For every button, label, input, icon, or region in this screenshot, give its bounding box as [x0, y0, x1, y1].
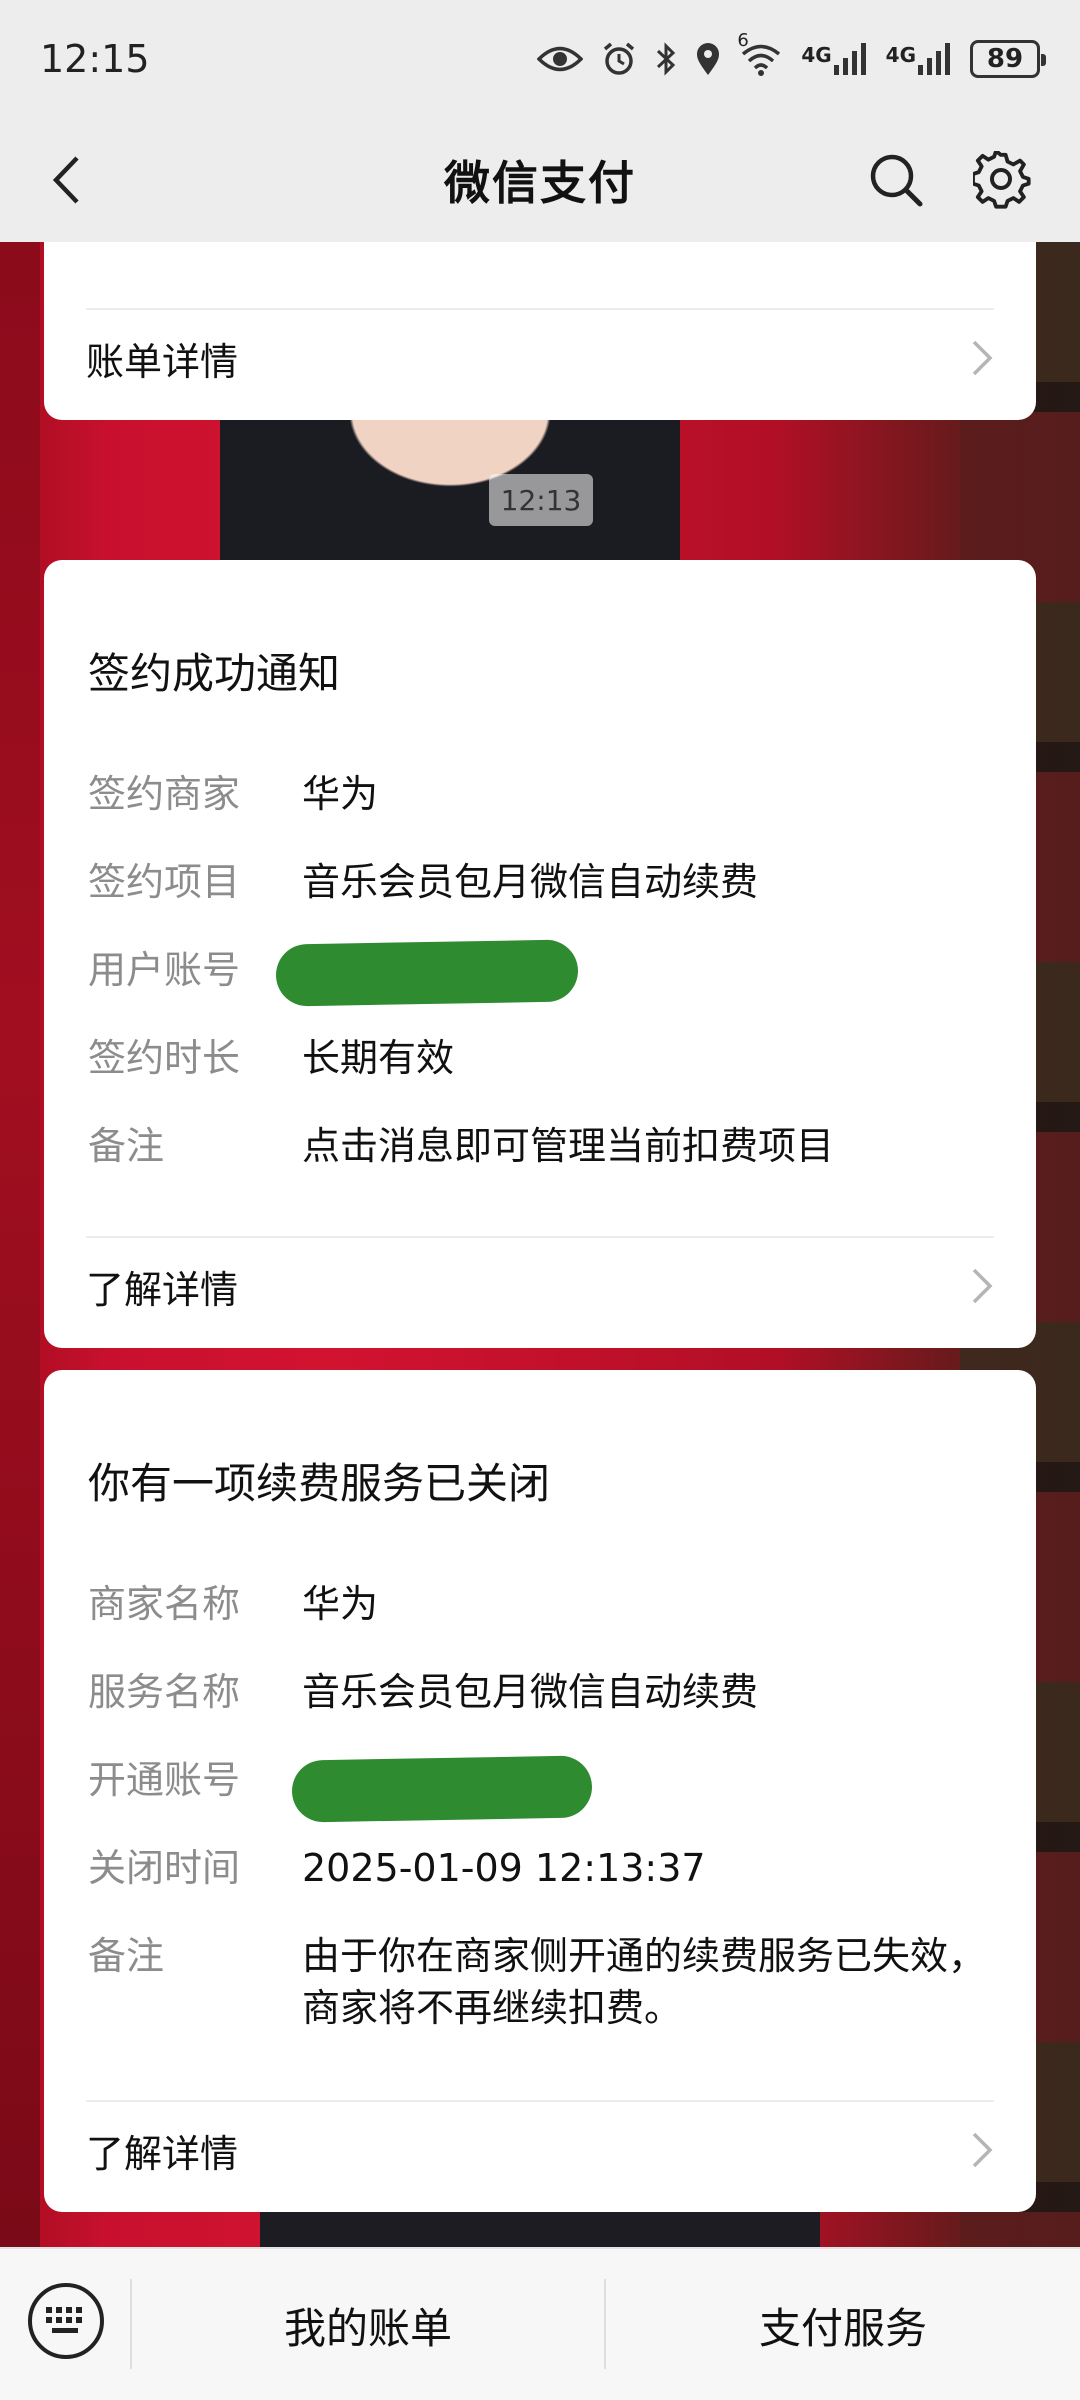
bill-card[interactable]: 账单详情	[44, 242, 1036, 420]
info-key: 用户账号	[88, 948, 241, 992]
info-key: 签约时长	[88, 1036, 241, 1080]
info-value: 长期有效	[302, 1036, 455, 1080]
background-door	[0, 242, 40, 2247]
battery-level: 89	[986, 44, 1024, 74]
chevron-left-icon	[52, 156, 79, 204]
keyboard-button[interactable]	[28, 2283, 104, 2359]
info-row: 签约时长 长期有效	[88, 1032, 992, 1084]
info-value: 华为	[302, 1582, 379, 1626]
message-timestamp: 12:13	[489, 474, 593, 526]
keyboard-icon	[46, 2307, 82, 2333]
info-value: 由于你在商家侧开通的续费服务已失效，商家将不再继续扣费。	[302, 1934, 987, 2030]
info-row: 服务名称 音乐会员包月微信自动续费	[88, 1666, 992, 1718]
info-row: 关闭时间 2025-01-09 12:13:37	[88, 1842, 992, 1894]
info-value: 音乐会员包月微信自动续费	[302, 860, 759, 904]
network-type-1: 4G	[801, 43, 832, 67]
gear-icon	[973, 151, 1031, 209]
signal-icon-2: 4G	[886, 43, 952, 75]
info-key: 商家名称	[88, 1582, 241, 1626]
wifi-badge: 6	[737, 30, 749, 51]
page-title: 微信支付	[444, 156, 636, 210]
settings-button[interactable]	[970, 148, 1034, 212]
info-row: 商家名称 华为	[88, 1578, 992, 1630]
learn-more-label: 了解详情	[86, 2131, 239, 2176]
info-value: 点击消息即可管理当前扣费项目	[302, 1124, 835, 1168]
bill-details-link[interactable]: 账单详情	[86, 310, 994, 406]
learn-more-link[interactable]: 了解详情	[86, 2102, 994, 2198]
background-person	[220, 412, 680, 582]
info-row: 签约商家 华为	[88, 768, 992, 820]
info-key: 签约项目	[88, 860, 241, 904]
signal-icon-1: 4G	[801, 43, 867, 75]
info-row: 签约项目 音乐会员包月微信自动续费	[88, 856, 992, 908]
chevron-right-icon	[972, 340, 993, 376]
eye-icon	[537, 44, 584, 74]
info-key: 签约商家	[88, 772, 241, 816]
network-type-2: 4G	[885, 43, 916, 67]
info-key: 备注	[88, 1124, 165, 1168]
learn-more-link[interactable]: 了解详情	[86, 1238, 994, 1334]
payment-services-tab[interactable]: 支付服务	[606, 2249, 1080, 2400]
bill-details-label: 账单详情	[86, 339, 239, 384]
battery-icon: 89	[970, 40, 1046, 78]
redaction-mark	[291, 1755, 593, 1823]
card-heading: 你有一项续费服务已关闭	[88, 1459, 551, 1508]
status-bar: 12:15 6 4G 4G 89	[0, 0, 1080, 118]
chevron-right-icon	[972, 1268, 993, 1304]
wifi-icon: 6	[737, 30, 783, 76]
search-icon	[870, 154, 923, 207]
learn-more-label: 了解详情	[86, 1267, 239, 1312]
sign-success-card[interactable]: 签约成功通知 签约商家 华为 签约项目 音乐会员包月微信自动续费 用户账号 签约…	[44, 560, 1036, 1348]
my-bills-tab[interactable]: 我的账单	[132, 2249, 604, 2400]
renewal-closed-card[interactable]: 你有一项续费服务已关闭 商家名称 华为 服务名称 音乐会员包月微信自动续费 开通…	[44, 1370, 1036, 2212]
info-key: 开通账号	[88, 1758, 241, 1802]
chevron-right-icon	[972, 2132, 993, 2168]
status-time: 12:15	[40, 37, 150, 81]
alarm-icon	[601, 41, 637, 77]
bluetooth-icon	[655, 41, 677, 77]
location-icon	[695, 41, 721, 77]
info-value: 音乐会员包月微信自动续费	[302, 1670, 759, 1714]
info-row: 备注 由于你在商家侧开通的续费服务已失效，商家将不再继续扣费。	[88, 1930, 992, 2034]
status-icons: 6 4G 4G 89	[537, 30, 1046, 78]
info-key: 关闭时间	[88, 1846, 241, 1890]
info-key: 备注	[88, 1934, 165, 1978]
info-value: 2025-01-09 12:13:37	[302, 1846, 706, 1890]
card-heading: 签约成功通知	[88, 649, 341, 698]
info-row: 备注 点击消息即可管理当前扣费项目	[88, 1120, 992, 1172]
back-button[interactable]	[36, 150, 96, 210]
info-value: 华为	[302, 772, 379, 816]
redaction-mark	[275, 939, 579, 1007]
bottom-bar: 我的账单 支付服务	[0, 2247, 1080, 2400]
info-key: 服务名称	[88, 1670, 241, 1714]
search-button[interactable]	[864, 148, 928, 212]
title-bar: 微信支付	[0, 118, 1080, 242]
